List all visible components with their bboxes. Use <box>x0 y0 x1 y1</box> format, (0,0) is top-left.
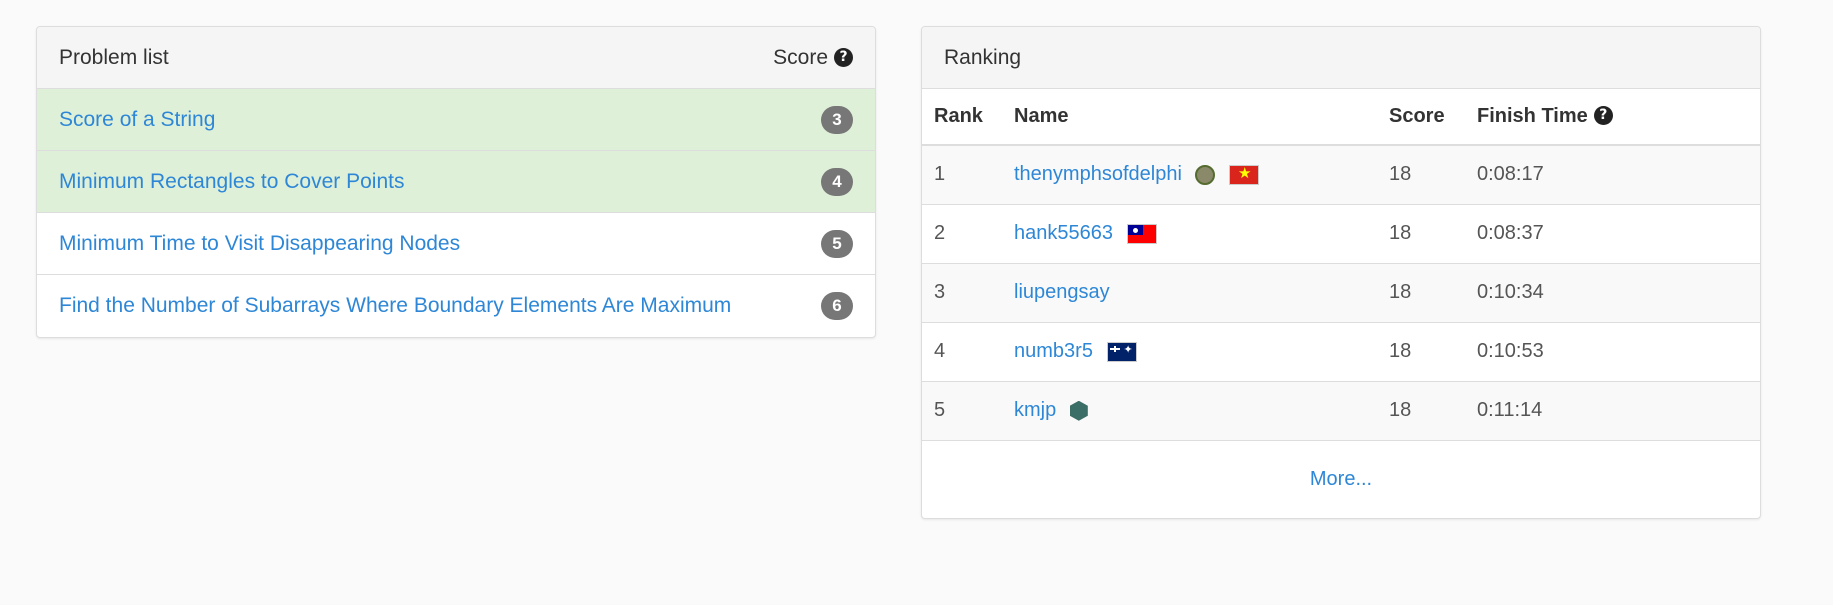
problem-link[interactable]: Minimum Time to Visit Disappearing Nodes <box>59 232 460 256</box>
score-cell: 18 <box>1377 204 1465 264</box>
score-cell: 18 <box>1377 381 1465 441</box>
finish-time-label: Finish Time <box>1477 105 1588 127</box>
finish-time-cell: 0:11:14 <box>1465 381 1760 441</box>
taiwan-flag-icon <box>1126 223 1157 244</box>
ranking-table: Rank Name Score Finish Time? 1 thenymphs… <box>922 89 1760 441</box>
rank-cell: 5 <box>922 381 1002 441</box>
finish-time-cell: 0:10:34 <box>1465 263 1760 323</box>
problem-list-header: Problem list Score? <box>37 27 875 89</box>
badge-icon <box>1195 164 1216 185</box>
problem-link[interactable]: Find the Number of Subarrays Where Bound… <box>59 294 731 318</box>
rank-cell: 4 <box>922 322 1002 382</box>
problem-link[interactable]: Minimum Rectangles to Cover Points <box>59 170 404 194</box>
user-link[interactable]: kmjp <box>1014 399 1056 421</box>
name-cell: thenymphsofdelphi <box>1002 145 1377 205</box>
score-header: Score? <box>773 46 853 70</box>
score-badge: 4 <box>821 167 853 196</box>
finish-time-column-header: Finish Time? <box>1465 89 1760 146</box>
problem-row: Minimum Time to Visit Disappearing Nodes… <box>37 213 875 275</box>
problem-row: Find the Number of Subarrays Where Bound… <box>37 275 875 337</box>
finish-time-cell: 0:10:53 <box>1465 322 1760 382</box>
ranking-panel: Ranking Rank Name Score Finish Time? 1 t… <box>921 26 1761 519</box>
rank-cell: 2 <box>922 204 1002 264</box>
score-badge: 6 <box>821 292 853 320</box>
score-header-label: Score <box>773 45 828 69</box>
table-row: 2 hank55663 18 0:08:37 <box>922 204 1760 264</box>
vietnam-flag-icon <box>1229 164 1260 185</box>
ranking-title: Ranking <box>944 45 1022 69</box>
rank-column-header: Rank <box>922 89 1002 146</box>
finish-time-cell: 0:08:17 <box>1465 145 1760 205</box>
name-cell: liupengsay <box>1002 263 1377 323</box>
table-row: 3 liupengsay 18 0:10:34 <box>922 263 1760 323</box>
score-cell: 18 <box>1377 263 1465 323</box>
help-icon[interactable]: ? <box>1593 106 1613 125</box>
rank-cell: 1 <box>922 145 1002 205</box>
user-link[interactable]: liupengsay <box>1014 281 1110 303</box>
name-cell: hank55663 <box>1002 204 1377 264</box>
score-column-header: Score <box>1377 89 1465 146</box>
problem-link[interactable]: Score of a String <box>59 108 215 132</box>
more-row: More... <box>922 441 1760 518</box>
score-badge: 5 <box>821 229 853 258</box>
finish-time-cell: 0:08:37 <box>1465 204 1760 264</box>
score-cell: 18 <box>1377 145 1465 205</box>
hexagon-badge-icon <box>1069 400 1088 421</box>
problem-row: Minimum Rectangles to Cover Points 4 <box>37 151 875 213</box>
score-cell: 18 <box>1377 322 1465 382</box>
user-link[interactable]: numb3r5 <box>1014 340 1093 362</box>
user-link[interactable]: thenymphsofdelphi <box>1014 163 1182 185</box>
table-row: 4 numb3r5 18 0:10:53 <box>922 322 1760 382</box>
name-cell: kmjp <box>1002 381 1377 441</box>
score-badge: 3 <box>821 105 853 134</box>
australia-flag-icon <box>1106 341 1137 362</box>
ranking-table-header-row: Rank Name Score Finish Time? <box>922 89 1760 146</box>
name-column-header: Name <box>1002 89 1377 146</box>
rank-cell: 3 <box>922 263 1002 323</box>
user-link[interactable]: hank55663 <box>1014 222 1113 244</box>
problem-row: Score of a String 3 <box>37 89 875 151</box>
problem-list-title: Problem list <box>59 45 169 69</box>
table-row: 5 kmjp 18 0:11:14 <box>922 381 1760 441</box>
name-cell: numb3r5 <box>1002 322 1377 382</box>
problem-list-panel: Problem list Score? Score of a String 3 … <box>36 26 876 338</box>
table-row: 1 thenymphsofdelphi 18 0:08:17 <box>922 145 1760 205</box>
ranking-header: Ranking <box>922 27 1760 89</box>
help-icon[interactable]: ? <box>834 47 853 67</box>
more-link[interactable]: More... <box>1310 468 1372 491</box>
